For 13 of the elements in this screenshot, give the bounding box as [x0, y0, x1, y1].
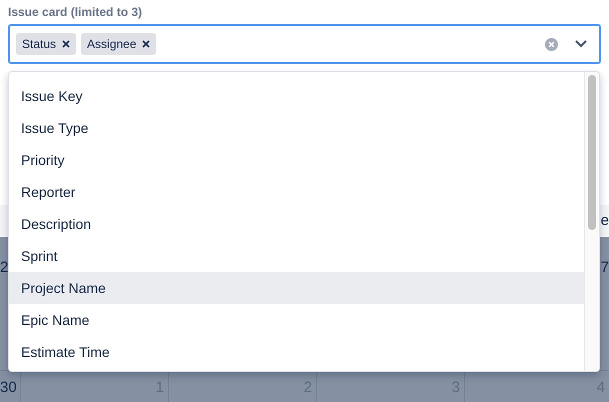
scrollbar-thumb[interactable]: [588, 75, 596, 230]
chevron-down-icon[interactable]: [575, 40, 587, 48]
day-number: 2: [0, 258, 8, 278]
remove-icon[interactable]: [62, 40, 70, 48]
multi-select-field[interactable]: Status Assignee: [8, 24, 601, 64]
tag-label: Assignee: [87, 36, 136, 53]
day-number: 7: [600, 258, 609, 278]
header-text: e: [600, 210, 609, 231]
day-cell-text: 30: [0, 378, 18, 398]
tag-label: Status: [22, 36, 56, 53]
field-label: Issue card (limited to 3): [8, 4, 144, 20]
remove-icon[interactable]: [142, 40, 150, 48]
menu-item[interactable]: Project Name: [9, 272, 584, 304]
